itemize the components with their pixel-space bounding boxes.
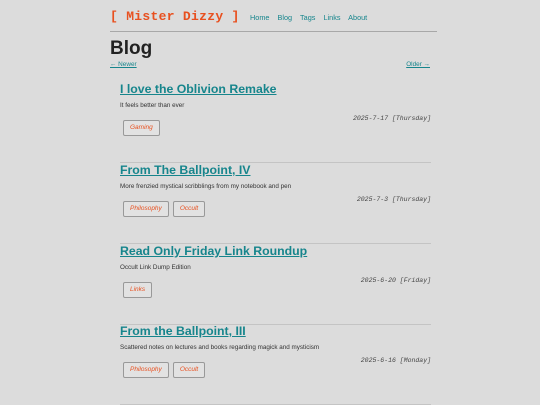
post-item: I love the Oblivion Remake It feels bett… <box>120 82 431 163</box>
page: [ Mister Dizzy ] Home Blog Tags Links Ab… <box>0 0 540 405</box>
post-tags: Links <box>123 278 156 298</box>
post-date: 2025-7-3 [Thursday] <box>356 196 431 203</box>
older-link[interactable]: Older → <box>406 61 430 68</box>
tag-button[interactable]: Occult <box>172 362 206 378</box>
tag-button[interactable]: Links <box>123 282 153 298</box>
post-date: 2025-6-16 [Monday] <box>360 357 431 364</box>
site-header: [ Mister Dizzy ] Home Blog Tags Links Ab… <box>110 0 437 32</box>
nav-home[interactable]: Home <box>250 13 269 22</box>
tag-button[interactable]: Philosophy <box>123 201 169 217</box>
post-title-link[interactable]: From the Ballpoint, III <box>120 324 246 338</box>
nav-tags[interactable]: Tags <box>300 13 315 22</box>
post-description: Occult Link Dump Edition <box>120 264 191 271</box>
post-item: From The Ballpoint, IV More frenzied mys… <box>120 163 431 244</box>
newer-link[interactable]: ← Newer <box>110 61 137 68</box>
tag-button[interactable]: Occult <box>172 201 206 217</box>
post-title-link[interactable]: Read Only Friday Link Roundup <box>120 244 307 258</box>
post-title-link[interactable]: I love the Oblivion Remake <box>120 82 277 96</box>
post-item: Read Only Friday Link Roundup Occult Lin… <box>120 244 431 325</box>
post-tags: Gaming <box>123 116 164 136</box>
post-description: It feels better than ever <box>120 102 185 109</box>
post-date: 2025-6-20 [Friday] <box>360 277 431 284</box>
post-tags: Philosophy Occult <box>123 358 209 378</box>
site-logo[interactable]: [ Mister Dizzy ] <box>110 9 240 24</box>
nav-blog[interactable]: Blog <box>278 13 293 22</box>
page-title: Blog <box>110 38 153 59</box>
post-description: More frenzied mystical scribblings from … <box>120 183 292 190</box>
nav-links[interactable]: Links <box>323 13 340 22</box>
post-date: 2025-7-17 [Thursday] <box>352 115 431 122</box>
tag-button[interactable]: Philosophy <box>123 362 169 378</box>
main-nav: Home Blog Tags Links About <box>250 13 373 22</box>
post-description: Scattered notes on lectures and books re… <box>120 344 320 351</box>
post-tags: Philosophy Occult <box>123 197 209 217</box>
post-title-link[interactable]: From The Ballpoint, IV <box>120 163 251 177</box>
tag-button[interactable]: Gaming <box>123 120 160 136</box>
post-item: From the Ballpoint, III Scattered notes … <box>120 324 431 405</box>
nav-about[interactable]: About <box>348 13 367 22</box>
